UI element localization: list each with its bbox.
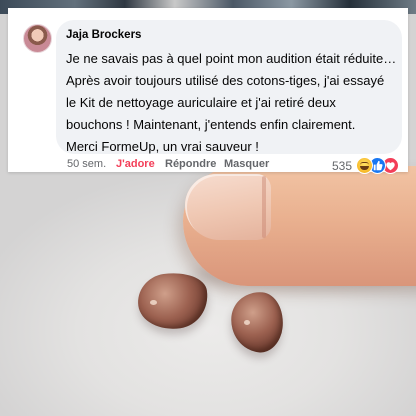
- reaction-count: 535: [332, 159, 353, 173]
- thumbnail-nail: [185, 174, 271, 240]
- comment-text-line: Je ne savais pas à quel point mon auditi…: [66, 51, 397, 66]
- hide-button[interactable]: Masquer: [224, 158, 269, 170]
- reaction-summary[interactable]: 535: [332, 154, 402, 174]
- comment-text-line: le Kit de nettoyage auriculaire et j'ai …: [66, 95, 336, 110]
- comment-bubble: Jaja Brockers Je ne savais pas à quel po…: [56, 20, 402, 154]
- comment-text: Je ne savais pas à quel point mon auditi…: [66, 48, 402, 158]
- earwax-plug-right: [228, 289, 286, 355]
- comment-text-line: bouchons ! Maintenant, j'entends enfin c…: [66, 117, 356, 132]
- love-reaction-button[interactable]: J'adore: [116, 158, 155, 170]
- comment-timestamp[interactable]: 50 sem.: [67, 158, 106, 170]
- comment-text-line: Après avoir toujours utilisé des cotons-…: [66, 73, 385, 88]
- wax-highlight: [150, 300, 157, 305]
- haha-icon: [356, 157, 373, 174]
- nail-edge: [262, 176, 266, 238]
- avatar[interactable]: [23, 24, 52, 53]
- wax-highlight: [244, 320, 250, 325]
- comment-author[interactable]: Jaja Brockers: [66, 29, 141, 41]
- comment-card: Jaja Brockers Je ne savais pas à quel po…: [8, 8, 408, 174]
- reply-button[interactable]: Répondre: [165, 158, 216, 170]
